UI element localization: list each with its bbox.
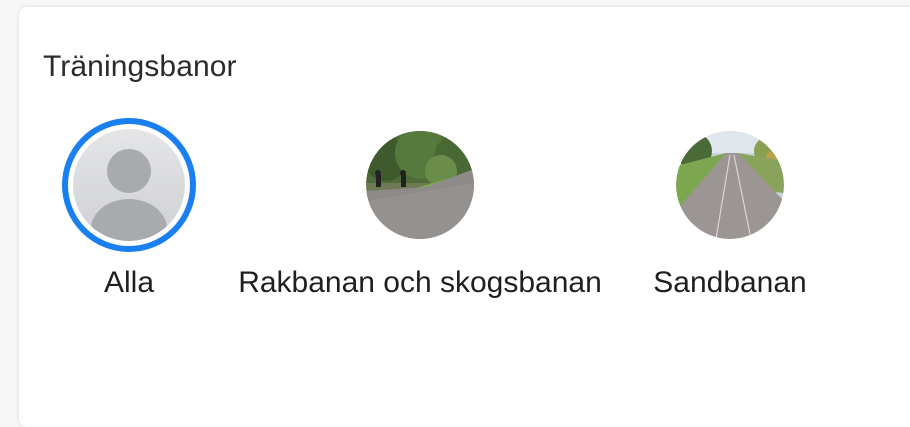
track-photo-forest bbox=[366, 131, 474, 239]
track-photo-sand bbox=[676, 131, 784, 239]
track-label: Rakbanan och skogsbanan bbox=[238, 266, 602, 299]
track-label: Alla bbox=[103, 266, 155, 299]
track-item-alla[interactable]: Alla bbox=[62, 118, 196, 300]
track-avatar bbox=[62, 118, 196, 252]
track-avatar bbox=[220, 118, 620, 252]
track-avatar bbox=[646, 118, 814, 252]
track-item-rakbanan-och-skogsbanan[interactable]: Rakbanan och skogsbanan bbox=[220, 118, 620, 300]
track-label: Sandbanan bbox=[653, 266, 807, 299]
track-item-sandbanan[interactable]: Sandbanan bbox=[646, 118, 814, 300]
selected-ring bbox=[62, 118, 196, 252]
default-avatar-icon bbox=[73, 129, 185, 241]
section-title: Träningsbanor bbox=[43, 50, 237, 83]
